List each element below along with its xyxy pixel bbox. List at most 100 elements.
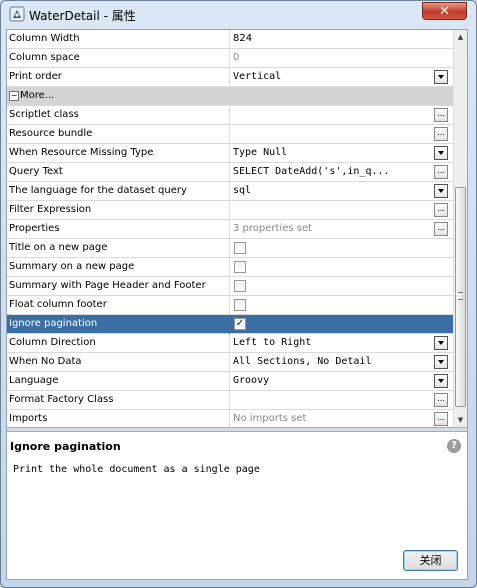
collapse-icon[interactable]: − xyxy=(9,91,19,101)
column-divider xyxy=(229,239,230,258)
dropdown-arrow-icon[interactable] xyxy=(434,70,448,84)
property-name: Query Text xyxy=(9,166,63,177)
property-row[interactable]: Query Text SELECT DateAdd('s',in_q...... xyxy=(7,163,453,182)
property-name: More... xyxy=(20,90,55,101)
scroll-down-icon[interactable]: ▼ xyxy=(454,413,467,427)
group-row[interactable]: − More... xyxy=(7,87,453,106)
property-name: Summary on a new page xyxy=(9,261,135,272)
dropdown-arrow-icon[interactable] xyxy=(434,355,448,369)
panel-splitter[interactable] xyxy=(7,427,467,432)
property-name: Properties xyxy=(9,223,60,234)
column-divider xyxy=(229,125,230,144)
column-divider xyxy=(229,30,230,49)
close-button[interactable]: 关闭 xyxy=(403,550,458,571)
ellipsis-button[interactable]: ... xyxy=(434,165,448,179)
column-divider xyxy=(229,258,230,277)
property-value[interactable]: 824 xyxy=(233,30,433,48)
property-row[interactable]: Column space 0 xyxy=(7,49,453,68)
ellipsis-button[interactable]: ... xyxy=(434,203,448,217)
property-checkbox[interactable] xyxy=(234,280,246,292)
property-value[interactable]: 3 properties set xyxy=(233,220,433,238)
property-name: Filter Expression xyxy=(9,204,92,215)
property-row[interactable]: Resource bundle... xyxy=(7,125,453,144)
column-divider xyxy=(229,334,230,353)
column-divider xyxy=(229,410,230,427)
property-row[interactable]: Print order Vertical xyxy=(7,68,453,87)
scroll-up-icon[interactable]: ▲ xyxy=(454,30,467,44)
dropdown-arrow-icon[interactable] xyxy=(434,336,448,350)
property-name: Format Factory Class xyxy=(9,394,114,405)
dropdown-arrow-icon[interactable] xyxy=(434,146,448,160)
property-value[interactable]: 0 xyxy=(233,49,433,67)
column-divider xyxy=(229,277,230,296)
property-row[interactable]: When Resource Missing Type Type Null xyxy=(7,144,453,163)
property-row[interactable]: Float column footer xyxy=(7,296,453,315)
property-row[interactable]: When No Data All Sections, No Detail xyxy=(7,353,453,372)
property-row[interactable]: Imports No imports set... xyxy=(7,410,453,427)
property-value[interactable] xyxy=(233,106,433,124)
property-name: Language xyxy=(9,375,59,386)
column-divider xyxy=(229,353,230,372)
property-row[interactable]: Title on a new page xyxy=(7,239,453,258)
property-value[interactable]: Groovy xyxy=(233,372,433,390)
property-value[interactable]: Vertical xyxy=(233,68,433,86)
property-checkbox[interactable] xyxy=(234,299,246,311)
property-value[interactable]: Type Null xyxy=(233,144,433,162)
property-value[interactable] xyxy=(233,201,433,219)
property-row[interactable]: Properties 3 properties set... xyxy=(7,220,453,239)
column-divider xyxy=(229,106,230,125)
description-title: Ignore pagination xyxy=(10,440,121,453)
property-value[interactable]: All Sections, No Detail xyxy=(233,353,433,371)
ellipsis-button[interactable]: ... xyxy=(434,412,448,426)
column-divider xyxy=(229,296,230,315)
property-row[interactable]: Summary on a new page xyxy=(7,258,453,277)
property-name: Column space xyxy=(9,52,80,63)
property-value[interactable]: Left to Right xyxy=(233,334,433,352)
title-bar[interactable]: WaterDetail - 属性 ✕ xyxy=(1,1,476,28)
property-name: Ignore pagination xyxy=(9,318,98,329)
column-divider xyxy=(229,68,230,87)
scroll-thumb[interactable] xyxy=(455,187,466,407)
property-name: Summary with Page Header and Footer xyxy=(9,280,206,291)
property-name: Imports xyxy=(9,413,48,424)
column-divider xyxy=(229,391,230,410)
property-name: Scriptlet class xyxy=(9,109,79,120)
property-value[interactable] xyxy=(233,391,433,409)
column-divider xyxy=(229,182,230,201)
ellipsis-button[interactable]: ... xyxy=(434,127,448,141)
property-checkbox[interactable]: ✓ xyxy=(234,318,246,330)
property-row[interactable]: Ignore pagination ✓ xyxy=(7,315,453,334)
property-value[interactable] xyxy=(233,125,433,143)
property-row[interactable]: Language Groovy xyxy=(7,372,453,391)
dropdown-arrow-icon[interactable] xyxy=(434,184,448,198)
app-icon xyxy=(9,6,25,22)
vertical-scrollbar[interactable]: ▲ ▼ xyxy=(453,30,467,427)
property-row[interactable]: Scriptlet class... xyxy=(7,106,453,125)
dropdown-arrow-icon[interactable] xyxy=(434,374,448,388)
column-divider xyxy=(229,201,230,220)
property-checkbox[interactable] xyxy=(234,261,246,273)
property-name: When No Data xyxy=(9,356,82,367)
property-row[interactable]: Column Direction Left to Right xyxy=(7,334,453,353)
property-name: Print order xyxy=(9,71,62,82)
property-row[interactable]: The language for the dataset query sql xyxy=(7,182,453,201)
help-icon[interactable]: ? xyxy=(447,439,461,453)
client-area: Column Width 824 Column space 0 Print order V… xyxy=(6,29,468,580)
ellipsis-button[interactable]: ... xyxy=(434,222,448,236)
ellipsis-button[interactable]: ... xyxy=(434,393,448,407)
window-close-button[interactable]: ✕ xyxy=(422,2,467,20)
column-divider xyxy=(229,144,230,163)
property-value[interactable]: SELECT DateAdd('s',in_q... xyxy=(233,163,433,181)
property-row[interactable]: Summary with Page Header and Footer xyxy=(7,277,453,296)
property-name: Title on a new page xyxy=(9,242,108,253)
property-name: Column Width xyxy=(9,33,80,44)
property-row[interactable]: Filter Expression... xyxy=(7,201,453,220)
property-checkbox[interactable] xyxy=(234,242,246,254)
ellipsis-button[interactable]: ... xyxy=(434,108,448,122)
property-value[interactable]: No imports set xyxy=(233,410,433,427)
property-row[interactable]: Column Width 824 xyxy=(7,30,453,49)
property-value[interactable]: sql xyxy=(233,182,433,200)
property-name: Column Direction xyxy=(9,337,96,348)
property-grid: Column Width 824 Column space 0 Print order V… xyxy=(7,30,453,427)
property-row[interactable]: Format Factory Class... xyxy=(7,391,453,410)
